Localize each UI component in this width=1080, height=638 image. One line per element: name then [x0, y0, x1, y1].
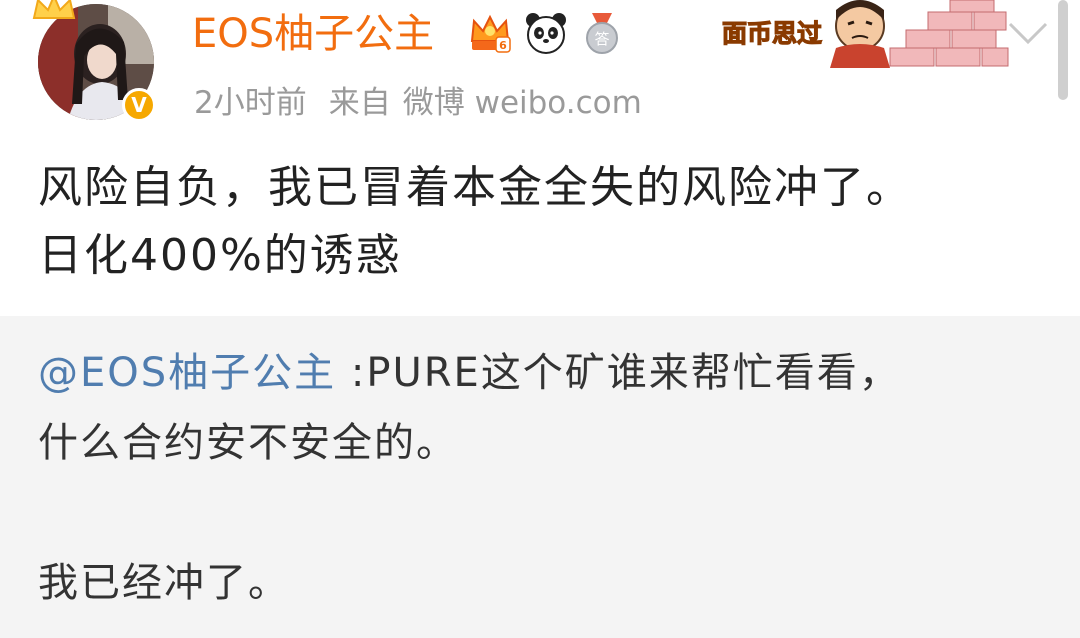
vip-level: 6	[499, 39, 507, 52]
repost-line: 什么合约安不安全的。	[38, 420, 458, 466]
cartoon-man-icon	[830, 0, 890, 68]
timestamp[interactable]: 2小时前	[194, 85, 307, 121]
sticker-text: 面币思过	[722, 19, 822, 48]
repost-card[interactable]: @EOS柚子公主 :PURE这个矿谁来帮忙看看， 什么合约安不安全的。 我已经冲…	[0, 316, 1080, 638]
post-text-line: 日化400%的诱惑	[38, 230, 402, 281]
scrollbar[interactable]	[1058, 0, 1068, 100]
repost-line: @EOS柚子公主 :PURE这个矿谁来帮忙看看，	[38, 338, 1048, 408]
answer-medal-char: 答	[594, 30, 609, 48]
repost-line-text: :PURE这个矿谁来帮忙看看，	[336, 350, 901, 396]
answer-medal-icon[interactable]: 答	[580, 11, 624, 55]
verified-icon: V	[122, 88, 156, 122]
repost-line: 我已经冲了。	[38, 560, 290, 606]
chevron-down-icon[interactable]	[1004, 14, 1052, 50]
crown-icon	[32, 0, 76, 19]
mention-link[interactable]: @EOS柚子公主	[38, 350, 336, 396]
post-meta: 2小时前 来自 微博 weibo.com	[194, 82, 664, 124]
post-text-line: 风险自负，我已冒着本金全失的风险冲了。	[38, 162, 912, 213]
money-stack-icon	[889, 0, 1009, 67]
avatar-container[interactable]: V	[32, 0, 156, 122]
username[interactable]: EOS柚子公主	[192, 8, 434, 60]
user-badges: 6 答	[468, 10, 624, 56]
repost-text: @EOS柚子公主 :PURE这个矿谁来帮忙看看， 什么合约安不安全的。 我已经冲…	[38, 338, 1048, 618]
vip-crown-icon[interactable]: 6	[468, 11, 512, 55]
card-decoration-sticker[interactable]: 面币思过	[720, 0, 1010, 68]
post-text: 风险自负，我已冒着本金全失的风险冲了。 日化400%的诱惑	[38, 154, 1048, 290]
panda-icon[interactable]	[524, 11, 568, 55]
source-app[interactable]: 微博 weibo.com	[403, 85, 642, 121]
weibo-post: V EOS柚子公主 6 答 2小时前 来自 微博 weibo.com 面币思过 …	[0, 0, 1080, 638]
source-label: 来自	[328, 85, 391, 121]
